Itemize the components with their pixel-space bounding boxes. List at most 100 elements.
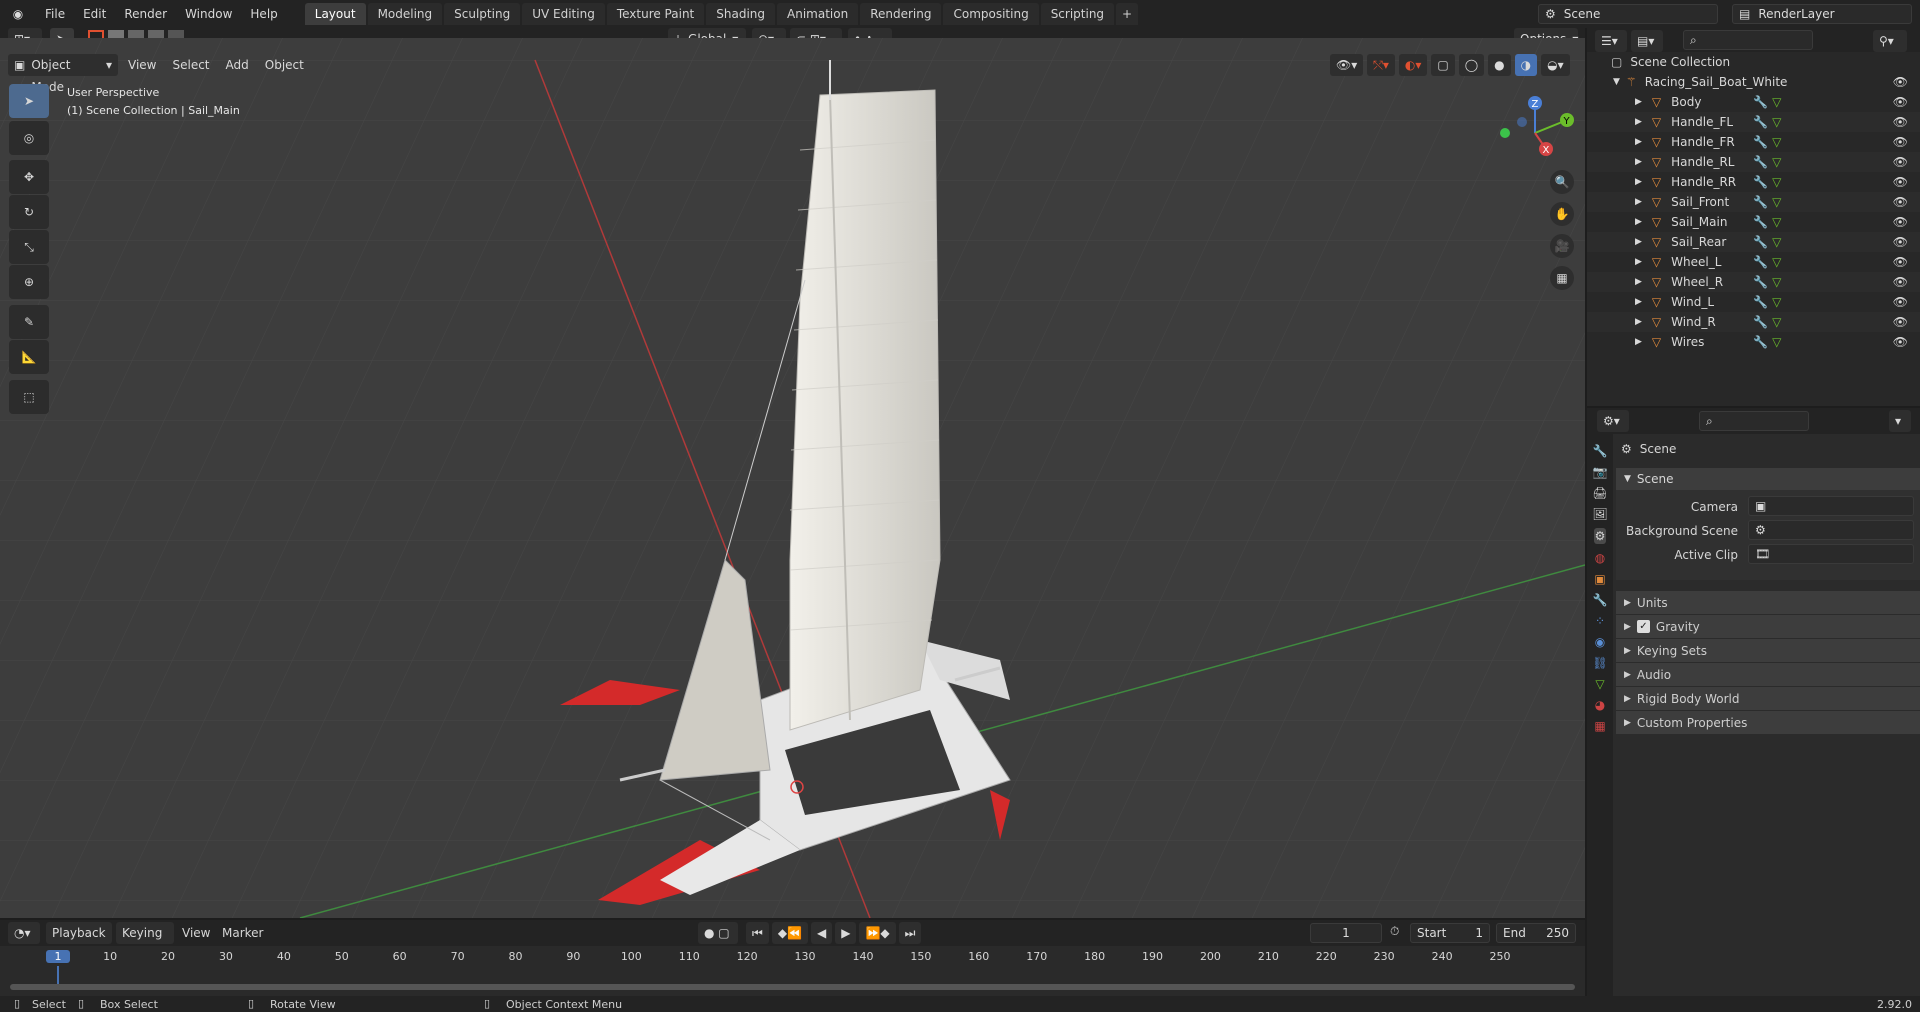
modifier-icon[interactable]: 🔧 [1753,215,1768,229]
visibility-eye-icon[interactable]: 👁 [1893,155,1908,169]
modifier-tab-icon[interactable]: 🔧 [1593,593,1608,607]
solid-shading-icon[interactable]: ● [1488,54,1511,76]
outliner-editor-type[interactable]: ☰▾ [1595,30,1627,52]
display-mode-button[interactable]: ▤▾ [1631,30,1663,52]
timeline-view-menu[interactable]: View [182,926,210,940]
move-tool[interactable]: ✥ [9,160,49,194]
timeline-marker-menu[interactable]: Marker [222,926,263,940]
expand-arrow-icon[interactable]: ▶ [1635,277,1642,287]
expand-arrow-icon[interactable]: ▶ [1635,157,1642,167]
modifier-icon[interactable]: 🔧 [1753,175,1768,189]
rotate-tool[interactable]: ↻ [9,195,49,229]
modifier-icon[interactable]: 🔧 [1753,235,1768,249]
tab-uv-editing[interactable]: UV Editing [522,3,605,25]
expand-arrow-icon[interactable]: ▶ [1635,297,1642,307]
play-reverse-icon[interactable]: ◀ [810,922,833,944]
properties-options-icon[interactable]: ▾ [1889,410,1911,432]
menu-add[interactable]: Add [220,54,255,76]
keying-menu[interactable]: Keying ▾ [116,922,174,962]
tab-animation[interactable]: Animation [777,3,859,25]
visibility-eye-icon[interactable]: 👁 [1893,75,1908,89]
mesh-data-icon[interactable]: ▽ [1772,215,1781,229]
play-icon[interactable]: ▶ [835,922,857,944]
material-tab-icon[interactable]: ◕ [1595,698,1605,712]
expand-arrow-icon[interactable]: ▶ [1635,137,1642,147]
outliner-item[interactable]: ▶ ▽ Sail_Front 🔧 ▽ 👁 [1587,192,1920,212]
expand-arrow-icon[interactable]: ▶ [1635,177,1642,187]
record-button[interactable]: ● ▢ [698,922,738,944]
subpanel-header[interactable]: ▶ Audio [1616,662,1920,686]
transform-tool[interactable]: ⊕ [9,265,49,299]
mesh-data-icon[interactable]: ▽ [1772,235,1781,249]
expand-arrow-icon[interactable]: ▶ [1635,257,1642,267]
mesh-data-icon[interactable]: ▽ [1772,95,1781,109]
particles-tab-icon[interactable]: ⁘ [1595,614,1605,628]
modifier-icon[interactable]: 🔧 [1753,135,1768,149]
modifier-icon[interactable]: 🔧 [1753,295,1768,309]
tab-rendering[interactable]: Rendering [860,3,942,25]
outliner-item[interactable]: ▶ ▽ Sail_Main 🔧 ▽ 👁 [1587,212,1920,232]
subpanel-header[interactable]: ▶ Custom Properties [1616,710,1920,734]
timeline-editor-type[interactable]: ◔▾ [8,922,40,944]
start-frame-field[interactable]: Start 1 [1410,923,1490,943]
annotate-tool[interactable]: ✎ [9,305,49,339]
collection-row[interactable]: ▼ ⚚ Racing_Sail_Boat_White 👁 [1587,72,1920,92]
mesh-data-icon[interactable]: ▽ [1772,335,1781,349]
scene-selector[interactable]: ⚙ Scene [1538,4,1718,24]
outliner-search-input[interactable]: ⌕ [1683,30,1813,50]
subpanel-header[interactable]: ▶ ✓ Gravity [1616,614,1920,638]
properties-editor-type[interactable]: ⚙▾ [1597,410,1629,432]
3d-viewport[interactable] [0,38,1585,918]
gizmo-neg-y[interactable] [1500,128,1510,138]
object-tab-icon[interactable]: ▣ [1594,572,1605,586]
world-tab-icon[interactable]: ◍ [1595,551,1605,565]
camera-view-icon[interactable]: 🎥 [1550,234,1574,258]
gizmo-toggle-icon[interactable]: ⤲▾ [1367,54,1395,76]
visibility-eye-icon[interactable]: 👁 [1893,255,1908,269]
tab-compositing[interactable]: Compositing [943,3,1039,25]
physics-tab-icon[interactable]: ◉ [1595,635,1605,649]
jump-end-icon[interactable]: ⏭ [898,922,922,944]
modifier-icon[interactable]: 🔧 [1753,95,1768,109]
subpanel-header[interactable]: ▶ Units [1616,590,1920,614]
timeline-scrollbar[interactable] [10,984,1575,990]
render-layer-selector[interactable]: ▤ RenderLayer [1732,4,1912,24]
active-clip-field[interactable]: 🎞 [1748,544,1914,564]
visibility-eye-icon[interactable]: 👁 [1893,315,1908,329]
visibility-eye-icon[interactable]: 👁 [1893,215,1908,229]
material-shading-icon[interactable]: ◑ [1514,54,1538,76]
jump-start-icon[interactable]: ⏮ [746,922,769,944]
mesh-data-icon[interactable]: ▽ [1772,155,1781,169]
modifier-icon[interactable]: 🔧 [1753,115,1768,129]
gravity-checkbox[interactable]: ✓ [1636,620,1650,633]
mesh-data-icon[interactable]: ▽ [1772,195,1781,209]
xray-icon[interactable]: ▢ [1431,54,1455,76]
visibility-eye-icon[interactable]: 👁 [1893,195,1908,209]
modifier-icon[interactable]: 🔧 [1753,315,1768,329]
modifier-icon[interactable]: 🔧 [1753,275,1768,289]
scene-collection-row[interactable]: ▢ Scene Collection [1587,52,1920,72]
texture-tab-icon[interactable]: ▦ [1594,719,1605,733]
outliner-item[interactable]: ▶ ▽ Handle_RR 🔧 ▽ 👁 [1587,172,1920,192]
outliner-item[interactable]: ▶ ▽ Wheel_L 🔧 ▽ 👁 [1587,252,1920,272]
properties-search-input[interactable]: ⌕ [1699,411,1809,431]
menu-view[interactable]: View [122,54,162,76]
perspective-grid-icon[interactable]: ▦ [1550,266,1574,290]
outliner-item[interactable]: ▶ ▽ Wheel_R 🔧 ▽ 👁 [1587,272,1920,292]
expand-arrow-icon[interactable]: ▼ [1613,77,1620,87]
modifier-icon[interactable]: 🔧 [1753,335,1768,349]
camera-field[interactable]: ▣ [1748,496,1914,516]
blender-logo-icon[interactable]: ◉ [0,7,36,21]
view-layer-tab-icon[interactable]: 🖼 [1592,507,1607,521]
navigation-gizmo[interactable]: Z Y X [1490,88,1580,178]
visibility-eye-icon[interactable]: 👁 [1893,275,1908,289]
background-scene-field[interactable]: ⚙ [1748,520,1914,540]
tab-modeling[interactable]: Modeling [367,3,443,25]
current-frame-field[interactable]: 1 [1310,923,1382,943]
modifier-icon[interactable]: 🔧 [1753,255,1768,269]
modifier-icon[interactable]: 🔧 [1753,195,1768,209]
cursor-tool[interactable]: ◎ [9,121,49,155]
tool-tab-icon[interactable]: 🔧 [1593,444,1608,458]
modifier-icon[interactable]: 🔧 [1753,155,1768,169]
render-tab-icon[interactable]: 📷 [1593,465,1608,479]
